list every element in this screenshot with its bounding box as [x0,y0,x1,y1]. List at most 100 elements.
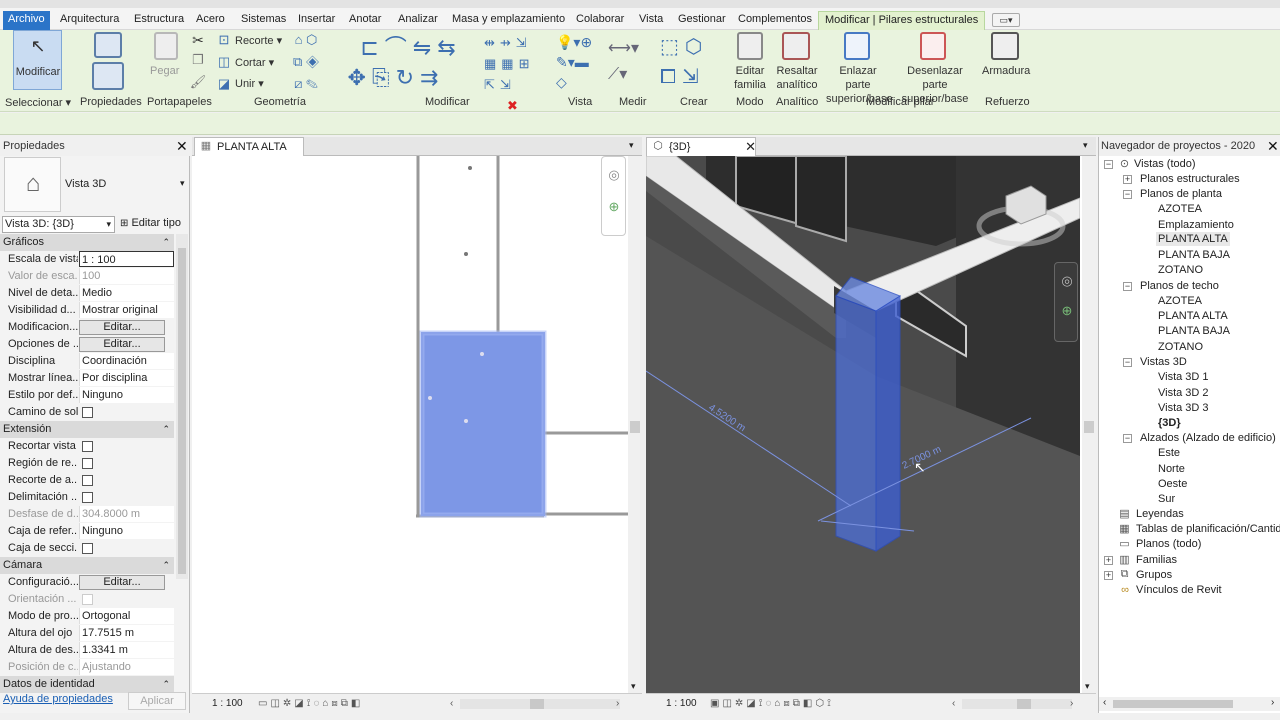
tree-elevations[interactable]: Alzados (Alzado de edificio) [1140,431,1276,445]
tree-item[interactable]: ZOTANO [1158,263,1203,277]
collapse-toggle[interactable]: − [1123,282,1132,291]
create-icons[interactable]: ⬚⬡ ⧠⇲ [660,32,722,92]
tab-colaborar[interactable]: Colaborar [576,11,624,30]
tree-item[interactable]: Oeste [1158,477,1187,491]
prop-row[interactable]: Altura del ojo 17.7515 m [2,625,174,642]
tab-planta-alta[interactable]: ▦ PLANTA ALTA [194,137,304,156]
tree-families[interactable]: Familias [1136,553,1177,567]
tab-sistemas[interactable]: Sistemas [241,11,286,30]
tree-item-active[interactable]: PLANTA ALTA [1156,232,1230,246]
attach-top-base-icon[interactable] [844,32,870,60]
prop-row[interactable]: Modo de pro... Ortogonal [2,608,174,625]
join-button[interactable]: Unir ▾ [235,77,264,91]
tree-item[interactable]: AZOTEA [1158,202,1202,216]
tab-gestionar[interactable]: Gestionar [678,11,726,30]
tree-schedules[interactable]: Tablas de planificación/Cantidades [1136,522,1280,536]
highlight-analytical-button[interactable]: Resaltar analítico [775,64,819,92]
tab-complementos[interactable]: Complementos [738,11,812,30]
steering-wheel-icon[interactable]: ◎ [1059,273,1075,289]
plan-vertical-scrollbar[interactable]: ▾ [628,156,642,693]
split-face-icon[interactable]: ⌂ ⬡ [288,32,324,48]
join-icon[interactable]: ◪ [216,76,232,92]
collapse-toggle[interactable]: − [1123,434,1132,443]
prop-row[interactable]: Caja de refer... Ninguno [2,523,174,540]
tab-anotar[interactable]: Anotar [349,11,381,30]
view-menu-icon[interactable]: ▾ [1083,140,1088,151]
browser-horizontal-scrollbar[interactable]: ‹ › [1099,697,1280,711]
3d-scale-label[interactable]: 1 : 100 [666,694,697,713]
edit-display-button[interactable]: Editar... [79,337,165,352]
expand-toggle[interactable]: + [1123,175,1132,184]
view-control-icons[interactable]: ▣◫✲◪⟟◌⌂⧈⧉◧⬡⟟ [710,694,834,713]
panel-select-dropdown[interactable]: Seleccionar ▾ [5,96,71,109]
type-properties-icon[interactable] [94,32,122,58]
match-properties-icon[interactable]: 🖌 [190,74,207,90]
prop-row[interactable]: Mostrar línea... Por disciplina [2,370,174,387]
tree-item[interactable]: Vista 3D 1 [1158,370,1209,384]
move-copy-rotate-icons[interactable]: ✥⎘↻⇉ [346,64,446,92]
zoom-icon[interactable]: ⊕ [1059,303,1075,319]
wall-joins-icon[interactable]: ⧉ ◈ [288,54,324,70]
tree-item[interactable]: Este [1158,446,1180,460]
tab-3d[interactable]: ⬡ {3D} ✕ [646,137,756,156]
cut-geometry-button[interactable]: Recorte ▾ [235,34,282,48]
sunpath-checkbox[interactable] [82,407,93,418]
section-box-checkbox[interactable] [82,543,93,554]
collapse-toggle[interactable]: − [1123,190,1132,199]
rebar-button[interactable]: Armadura [982,64,1030,78]
ribbon-minimize-icon[interactable]: ▭▾ [992,13,1020,27]
close-icon[interactable]: ✕ [176,139,188,153]
prop-row[interactable]: Visibilidad d... Mostrar original [2,302,174,319]
prop-row[interactable]: Estilo por def... Ninguno [2,387,174,404]
collapse-toggle[interactable]: − [1104,160,1113,169]
edit-family-icon[interactable] [737,32,763,60]
cope-button[interactable]: Cortar ▾ [235,56,274,70]
tab-archivo[interactable]: Archivo [3,11,50,30]
tree-item[interactable]: PLANTA BAJA [1158,248,1230,262]
3d-vertical-scrollbar[interactable]: ▾ [1082,156,1096,693]
navigation-bar[interactable]: ◎ ⊕ [1054,262,1078,342]
tree-item[interactable]: Norte [1158,462,1185,476]
collapse-toggle[interactable]: − [1123,358,1132,367]
properties-help-link[interactable]: Ayuda de propiedades [3,693,113,705]
plan-scale-label[interactable]: 1 : 100 [212,694,243,713]
tree-item[interactable]: Emplazamiento [1158,218,1234,232]
edit-render-button[interactable]: Editar... [79,575,165,590]
tree-item[interactable]: PLANTA BAJA [1158,324,1230,338]
tree-item-current[interactable]: {3D} [1158,416,1181,430]
tree-legends[interactable]: Leyendas [1136,507,1184,521]
close-icon[interactable]: ✕ [745,138,756,156]
modify-button[interactable]: ↖ Modificar [13,30,62,90]
tree-item[interactable]: Vista 3D 2 [1158,386,1209,400]
section-identity[interactable]: Datos de identidad ⌃ [0,676,174,693]
paint-icon[interactable]: ⧄ ✎ [288,76,324,92]
scroll-right-icon[interactable]: › [1070,694,1073,713]
highlight-analytical-icon[interactable] [782,32,810,60]
paste-icon[interactable] [154,32,178,60]
cope-icon[interactable]: ⊡ [216,32,232,48]
copy-icon[interactable]: ❐ [190,52,206,68]
detach-top-base-icon[interactable] [920,32,946,60]
far-clip-checkbox[interactable] [82,492,93,503]
expand-toggle[interactable]: + [1104,556,1113,565]
tab-vista[interactable]: Vista [639,11,663,30]
tab-masa[interactable]: Masa y emplazamiento [452,11,565,30]
scroll-right-icon[interactable]: › [616,694,619,713]
view-control-icons[interactable]: ▭◫✲◪⟟◌⌂⧈⧉◧ [258,694,363,713]
apply-button[interactable]: Aplicar [128,692,186,710]
tab-acero[interactable]: Acero [196,11,225,30]
section-graphics[interactable]: Gráficos ⌃ [0,234,174,251]
properties-icon[interactable] [92,62,124,90]
tree-views-all[interactable]: Vistas (todo) [1134,157,1196,171]
3d-horizontal-scrollbar[interactable] [962,699,1072,709]
tree-floor-plans[interactable]: Planos de planta [1140,187,1222,201]
rebar-icon[interactable] [991,32,1019,60]
section-camera[interactable]: Cámara ⌃ [0,557,174,574]
edit-type-button[interactable]: ⊞ Editar tipo [120,217,181,229]
tree-item[interactable]: PLANTA ALTA [1158,309,1228,323]
prop-row[interactable]: Nivel de deta... Medio [2,285,174,302]
tab-estructura[interactable]: Estructura [134,11,184,30]
scroll-left-icon[interactable]: ‹ [450,694,453,713]
plan-canvas[interactable] [192,156,630,696]
3d-canvas[interactable]: 4.5200 m 2.7000 m ↖ [646,156,1080,696]
